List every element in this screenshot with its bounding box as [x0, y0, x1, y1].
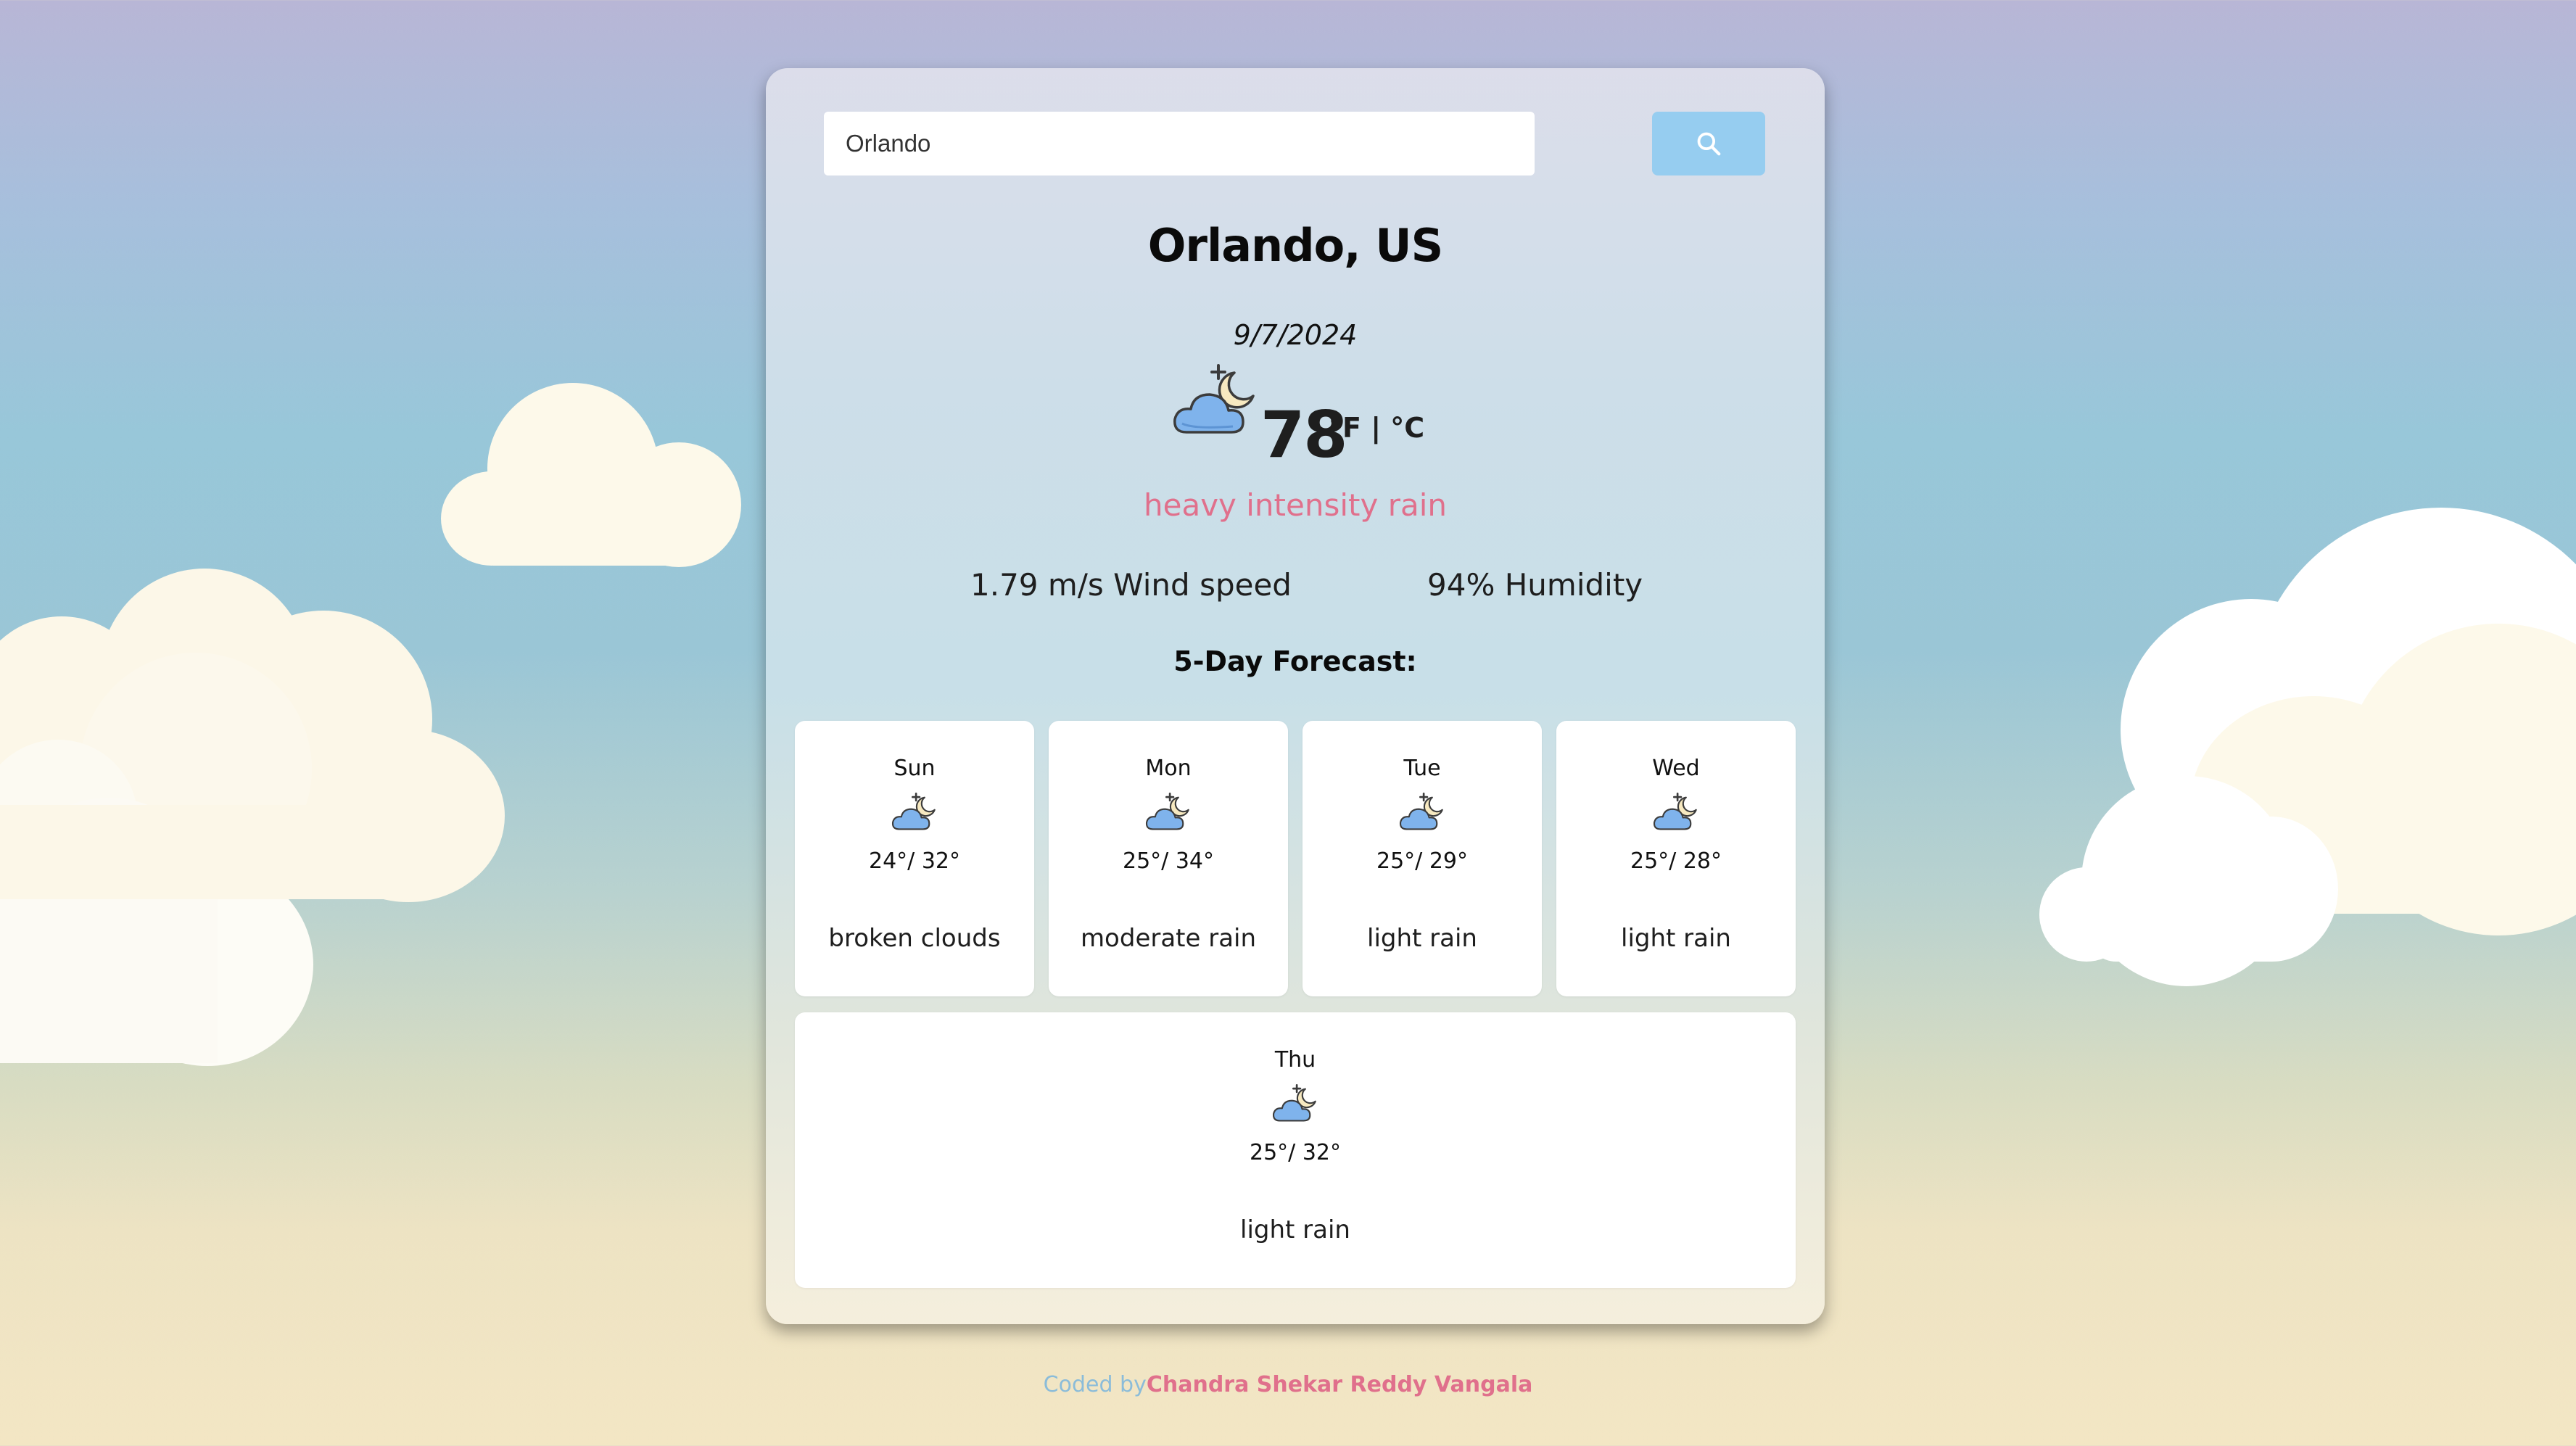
forecast-day: Thu: [1274, 1047, 1316, 1073]
forecast-description: broken clouds: [828, 924, 1001, 953]
forecast-description: light rain: [1621, 924, 1731, 953]
forecast-card: Tue 25°/ 29° light rain: [1303, 721, 1542, 996]
cloud-moon-icon: [891, 793, 936, 830]
forecast-day: Tue: [1403, 756, 1441, 781]
search-button[interactable]: [1652, 112, 1765, 175]
search-input[interactable]: [824, 112, 1535, 175]
forecast-description: light rain: [1240, 1215, 1350, 1244]
forecast-title: 5-Day Forecast:: [1173, 645, 1417, 677]
forecast-temp-range: 25°/ 28°: [1630, 848, 1722, 874]
footer-credit: Coded byChandra Shekar Reddy Vangala: [0, 1372, 2576, 1397]
forecast-description: light rain: [1367, 924, 1477, 953]
weather-description: heavy intensity rain: [1144, 487, 1447, 523]
forecast-day: Mon: [1145, 756, 1192, 781]
forecast-temp-range: 25°/ 32°: [1250, 1140, 1341, 1165]
search-icon: [1697, 132, 1721, 156]
cloud-moon-icon: [1173, 364, 1255, 434]
author-link[interactable]: Chandra Shekar Reddy Vangala: [1147, 1372, 1533, 1397]
forecast-day: Sun: [893, 756, 936, 781]
weather-card: Orlando, US 9/7/2024 78 °F | °C heavy in…: [766, 68, 1825, 1324]
forecast-card: Sun 24°/ 32° broken clouds: [795, 721, 1034, 996]
current-date: 9/7/2024: [1233, 319, 1358, 351]
forecast-card: Thu 25°/ 32° light rain: [795, 1012, 1796, 1288]
credit-prefix: Coded by: [1043, 1372, 1147, 1397]
cloud-moon-icon: [1272, 1084, 1316, 1122]
cloud-moon-icon: [1145, 793, 1189, 830]
humidity: 94% Humidity: [1427, 567, 1643, 603]
city-name: Orlando, US: [1147, 219, 1444, 272]
forecast-description: moderate rain: [1080, 924, 1257, 953]
forecast-temp-range: 24°/ 32°: [869, 848, 960, 874]
forecast-card: Wed 25°/ 28° light rain: [1556, 721, 1796, 996]
cloud-moon-icon: [1399, 793, 1443, 830]
forecast-temp-range: 25°/ 34°: [1123, 848, 1214, 874]
forecast-temp-range: 25°/ 29°: [1376, 848, 1468, 874]
forecast-card: Mon 25°/ 34° moderate rain: [1049, 721, 1288, 996]
forecast-day: Wed: [1652, 756, 1700, 781]
wind-speed: 1.79 m/s Wind speed: [970, 567, 1292, 603]
cloud-moon-icon: [1653, 793, 1697, 830]
temperature-unit-toggle[interactable]: °F | °C: [1329, 412, 1424, 444]
